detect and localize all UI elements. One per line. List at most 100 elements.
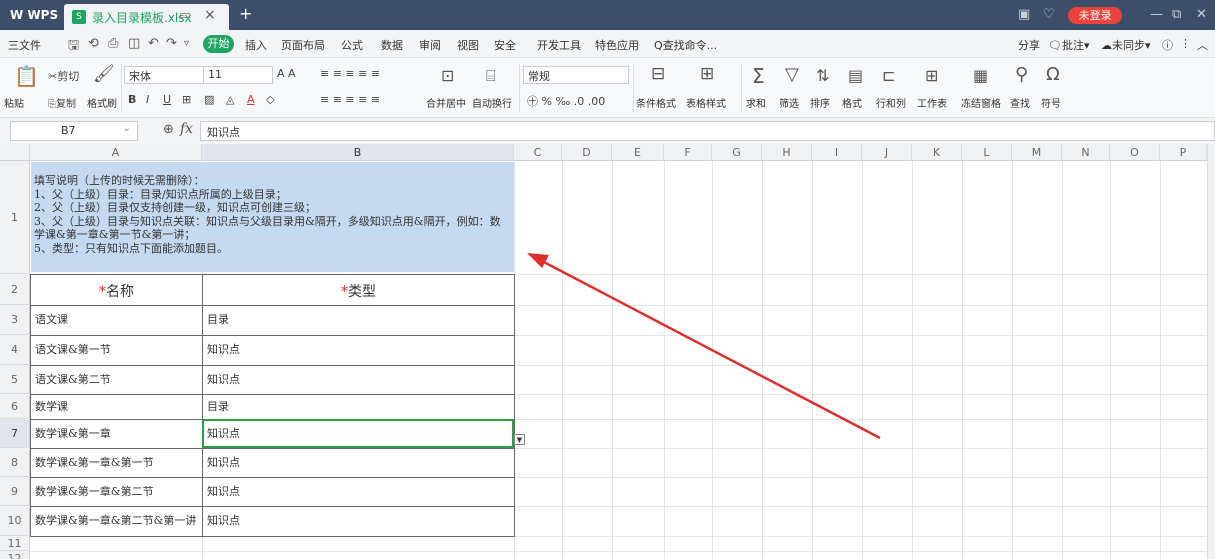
undo-icon[interactable]: ↶ [148, 36, 159, 51]
format-icon[interactable]: ▤ [848, 66, 863, 85]
sort-button[interactable]: 排序 [810, 95, 830, 110]
sync-button[interactable]: ☁未同步▾ [1101, 37, 1151, 53]
comment-button[interactable]: 🗨批注▾ [1048, 37, 1090, 53]
freeze-panes-button[interactable]: 冻结窗格 [961, 95, 1001, 110]
merge-center-button[interactable]: 合并居中 [426, 95, 466, 110]
share-button[interactable]: 分享 [1018, 37, 1040, 53]
clear-format-icon[interactable]: ◇ [266, 93, 274, 106]
wrap-text-icon[interactable]: ⌸ [486, 66, 496, 86]
login-button[interactable]: 未登录 [1068, 7, 1122, 24]
more-icon[interactable]: ⋮ [1180, 37, 1191, 50]
vertical-scrollbar[interactable] [1207, 144, 1215, 559]
filter-icon[interactable]: ▽ [785, 64, 799, 85]
app-name: WPS [27, 8, 59, 22]
border-icon[interactable]: ⊞ [182, 93, 191, 106]
wps-logo[interactable]: W WPS [10, 8, 58, 22]
file-name: 录入目录模板.xlsx [92, 11, 192, 25]
find-icon[interactable]: ⚲ [1015, 64, 1028, 85]
menu-tab-insert[interactable]: 插入 [245, 37, 267, 53]
spreadsheet-icon: S [72, 10, 86, 24]
print-icon[interactable]: ⎙ [108, 36, 118, 51]
fill-color-icon[interactable]: ◬ [226, 93, 234, 106]
paste-icon[interactable]: 📋 [14, 64, 39, 88]
save-icon[interactable]: 🖫 [68, 36, 79, 58]
wrap-text-button[interactable]: 自动换行 [472, 95, 512, 110]
spreadsheet-grid[interactable]: ABCDEFGHIJKLMNOP 1 2 3 4 5 6 7 8 9 10 11 12 填写说明（上传… [0, 144, 1215, 559]
number-format-select[interactable]: 常规 [523, 66, 629, 84]
menu-tab-formulas[interactable]: 公式 [341, 37, 363, 53]
window-restore-icon[interactable]: ▭ [179, 8, 191, 23]
menu-tab-data[interactable]: 数据 [381, 37, 403, 53]
undo-history-icon[interactable]: ⟲ [88, 36, 99, 51]
row-col-icon[interactable]: ⊏ [882, 66, 895, 85]
wps-logo-icon: W [10, 8, 28, 22]
format-button[interactable]: 格式 [842, 95, 862, 110]
customize-icon[interactable]: ▿ [184, 38, 189, 49]
help-icon[interactable]: ⓘ [1162, 37, 1173, 53]
merge-center-icon[interactable]: ⊡ [441, 66, 454, 85]
comment-icon: 🗨 [1048, 39, 1062, 52]
cloud-icon: ☁ [1101, 39, 1112, 52]
menu-tab-developer[interactable]: 开发工具 [537, 37, 581, 53]
skin-icon[interactable]: ♡ [1043, 7, 1055, 22]
close-window-icon[interactable]: ✕ [1196, 7, 1207, 22]
minimize-icon[interactable]: — [1150, 7, 1163, 22]
underline-icon[interactable]: U [163, 93, 171, 106]
new-tab-button[interactable]: + [239, 4, 252, 23]
symbol-button[interactable]: 符号 [1041, 95, 1061, 110]
close-tab-icon[interactable]: × [204, 7, 216, 23]
paste-button[interactable]: 粘贴 [4, 95, 24, 110]
collapse-ribbon-icon[interactable]: ︿ [1197, 37, 1208, 53]
name-box[interactable]: B7 ⌄ [10, 121, 138, 141]
chevron-down-icon: ⌄ [122, 123, 131, 134]
table-style-button[interactable]: 表格样式 [686, 95, 726, 110]
font-grow-icon[interactable]: A A [277, 67, 296, 80]
percent-icon[interactable]: ㊉ % ‰ .0 .00 [527, 93, 605, 109]
font-size-select[interactable]: 11 [203, 66, 273, 84]
row-col-button[interactable]: 行和列 [876, 95, 906, 110]
menu-tab-page-layout[interactable]: 页面布局 [281, 37, 325, 53]
align-left-icon[interactable]: ≡ ≡ ≡ ≡ ≡ [320, 93, 380, 106]
fill-pattern-icon[interactable]: ▨ [204, 93, 214, 106]
menu-tab-security[interactable]: 安全 [494, 37, 516, 53]
menu-tab-review[interactable]: 审阅 [419, 37, 441, 53]
command-search[interactable]: Q查找命令... [654, 37, 717, 53]
copy-button[interactable]: ⎘复制 [48, 95, 76, 110]
filter-button[interactable]: 筛选 [779, 95, 799, 110]
font-color-icon[interactable]: A [247, 93, 255, 106]
sum-button[interactable]: 求和 [746, 95, 766, 110]
file-tab[interactable]: S 录入目录模板.xlsx ▭ × [64, 4, 229, 30]
menu-file[interactable]: 三文件 [8, 37, 41, 53]
maximize-icon[interactable]: ⧉ [1172, 7, 1181, 22]
format-painter-button[interactable]: 格式刷 [87, 95, 117, 110]
formula-content: 知识点 [207, 126, 240, 139]
worksheet-icon[interactable]: ⊞ [925, 66, 938, 85]
ribbon-toolbar: 📋 粘贴 ✂剪切 ⎘复制 🖌 格式刷 宋体 11 A A B I U ⊞ ▨ ◬… [0, 58, 1215, 118]
formula-input[interactable]: 知识点 [200, 121, 1215, 141]
copy-label: 复制 [56, 99, 76, 110]
conditional-format-button[interactable]: 条件格式 [636, 95, 676, 110]
format-painter-icon[interactable]: 🖌 [93, 64, 115, 84]
menu-tab-start[interactable]: 开始 [203, 35, 234, 53]
cell-reference: B7 [61, 124, 76, 137]
symbol-icon[interactable]: Ω [1046, 64, 1060, 85]
sort-icon[interactable]: ⇅ [816, 66, 829, 85]
zoom-icon[interactable]: ⊕ [163, 122, 174, 137]
preview-icon[interactable]: ◫ [128, 36, 140, 51]
italic-icon[interactable]: I [146, 93, 149, 106]
sum-icon[interactable]: Σ [752, 64, 765, 88]
menu-tab-view[interactable]: 视图 [457, 37, 479, 53]
menu-bar: 三文件 🖫 ⟲ ⎙ ◫ ↶ ↷ ▿ 开始 插入 页面布局 公式 数据 审阅 视图… [0, 30, 1215, 58]
bold-icon[interactable]: B [128, 93, 136, 106]
fx-icon[interactable]: fx [180, 121, 193, 137]
redo-icon[interactable]: ↷ [166, 36, 177, 51]
worksheet-button[interactable]: 工作表 [917, 95, 947, 110]
table-style-icon[interactable]: ⊞ [700, 64, 714, 84]
cut-button[interactable]: ✂剪切 [48, 68, 79, 84]
menu-tab-special[interactable]: 特色应用 [595, 37, 639, 53]
layout-icon[interactable]: ▣ [1018, 7, 1030, 22]
align-top-icon[interactable]: ≡ ≡ ≡ ≡ ≡ [320, 67, 380, 80]
find-button[interactable]: 查找 [1010, 95, 1030, 110]
conditional-format-icon[interactable]: ⊟ [651, 64, 665, 84]
freeze-panes-icon[interactable]: ▦ [973, 66, 988, 85]
